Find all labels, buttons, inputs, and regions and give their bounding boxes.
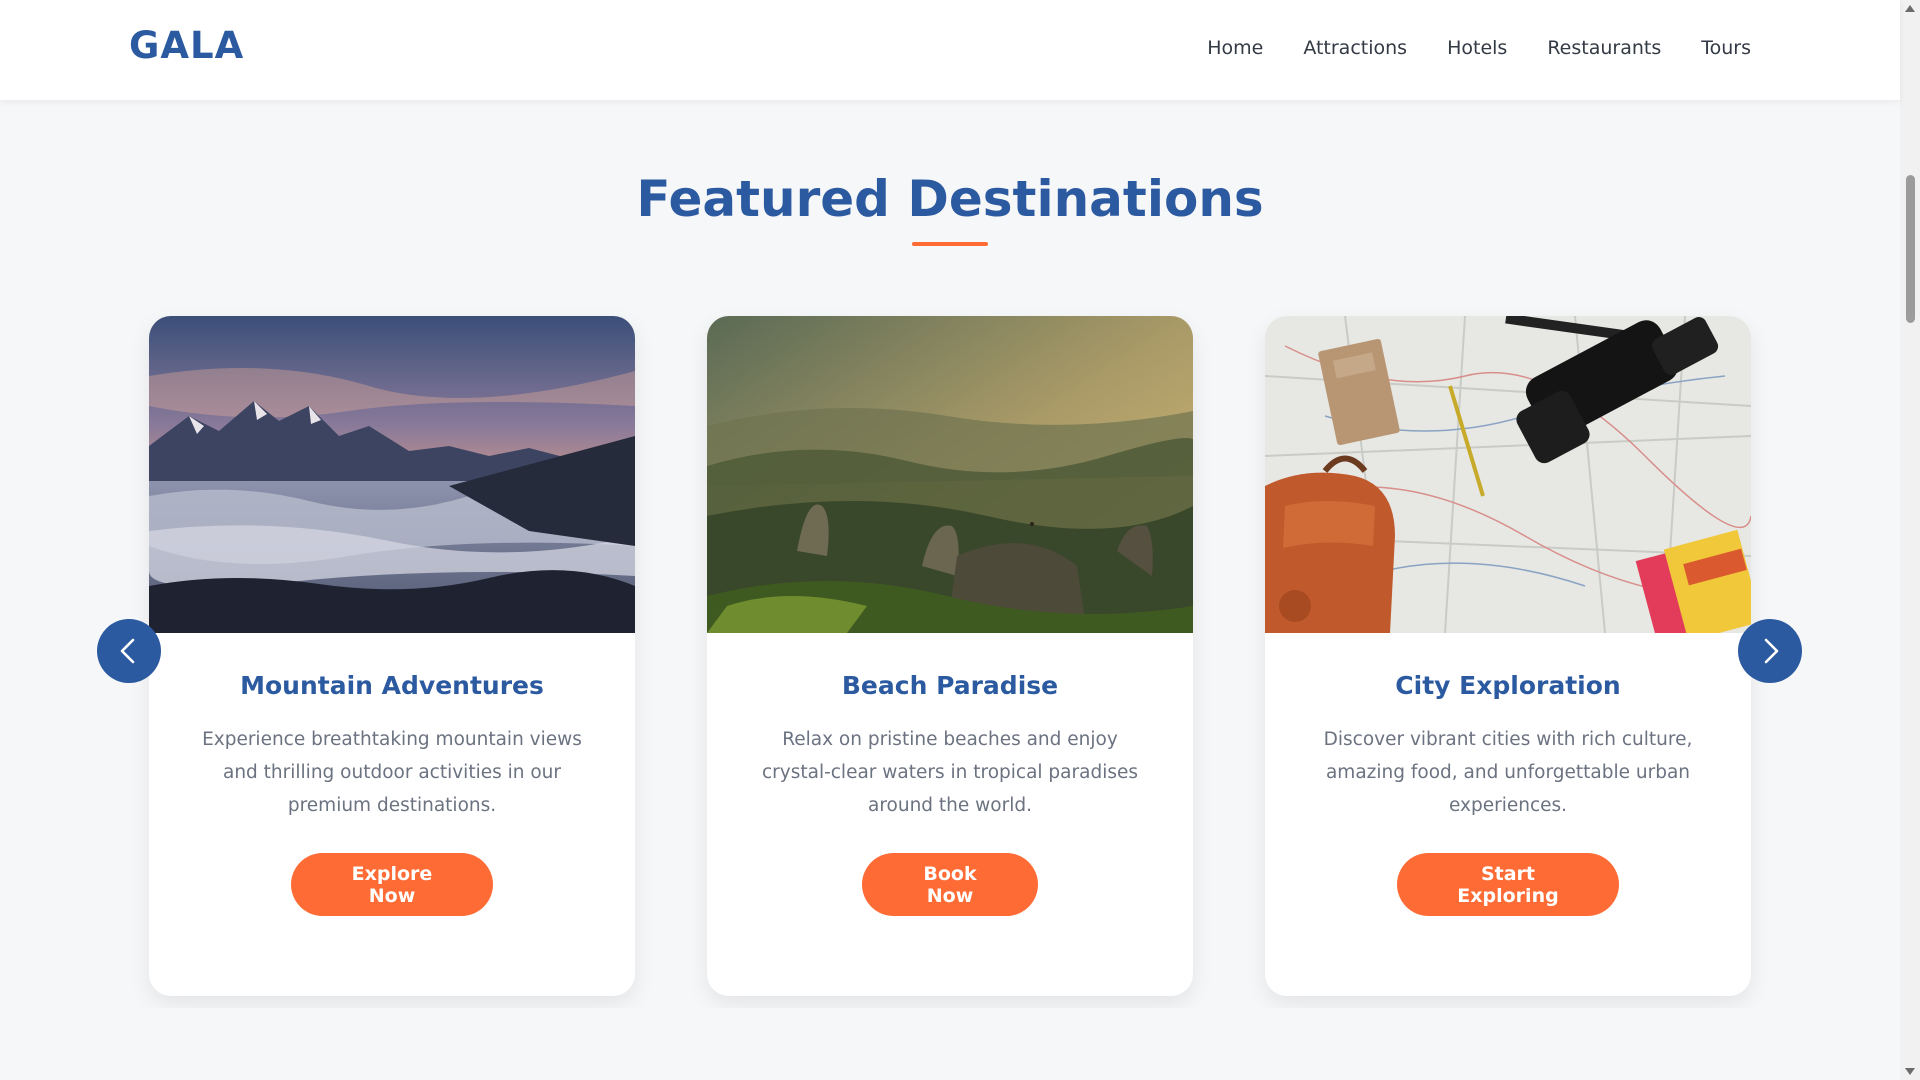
nav-hotels[interactable]: Hotels: [1447, 37, 1507, 59]
card-description: Relax on pristine beaches and enjoy crys…: [761, 729, 1138, 816]
nav-restaurants[interactable]: Restaurants: [1547, 37, 1661, 59]
destination-card-beach: Beach Paradise Relax on pristine beaches…: [707, 316, 1193, 996]
scroll-up-arrow-icon[interactable]: [1905, 5, 1915, 12]
card-title: City Exploration: [1395, 671, 1621, 700]
main-nav: Home Attractions Hotels Restaurants Tour…: [1207, 37, 1751, 59]
destinations-carousel: Mountain Adventures Experience breathtak…: [130, 300, 1770, 1008]
start-exploring-button[interactable]: Start Exploring: [1397, 853, 1619, 916]
mountain-image: [149, 316, 635, 633]
book-now-button[interactable]: Book Now: [862, 853, 1038, 916]
destination-card-city: City Exploration Discover vibrant cities…: [1265, 316, 1751, 996]
nav-home[interactable]: Home: [1207, 37, 1263, 59]
chevron-left-icon: [120, 638, 135, 664]
carousel-next-button[interactable]: [1738, 619, 1802, 683]
card-title: Mountain Adventures: [240, 671, 544, 700]
carousel-prev-button[interactable]: [97, 619, 161, 683]
card-description: Discover vibrant cities with rich cultur…: [1323, 729, 1693, 816]
scrollbar-thumb[interactable]: [1906, 175, 1915, 323]
title-underline: [912, 242, 988, 246]
site-header: GALA Home Attractions Hotels Restaurants…: [0, 0, 1900, 100]
page: GALA Home Attractions Hotels Restaurants…: [0, 0, 1920, 1080]
map-image: [1265, 316, 1751, 633]
chevron-right-icon: [1764, 638, 1779, 664]
scroll-down-arrow-icon[interactable]: [1905, 1068, 1915, 1075]
destination-card-mountain: Mountain Adventures Experience breathtak…: [149, 316, 635, 996]
card-description: Experience breathtaking mountain views a…: [202, 729, 582, 816]
nav-tours[interactable]: Tours: [1701, 37, 1751, 59]
explore-now-button[interactable]: Explore Now: [291, 853, 493, 916]
page-scrollbar[interactable]: [1900, 0, 1920, 1080]
logo[interactable]: GALA: [129, 24, 244, 67]
valley-image: [707, 316, 1193, 633]
nav-attractions[interactable]: Attractions: [1303, 37, 1407, 59]
section-title: Featured Destinations: [636, 170, 1264, 228]
card-title: Beach Paradise: [841, 671, 1059, 700]
